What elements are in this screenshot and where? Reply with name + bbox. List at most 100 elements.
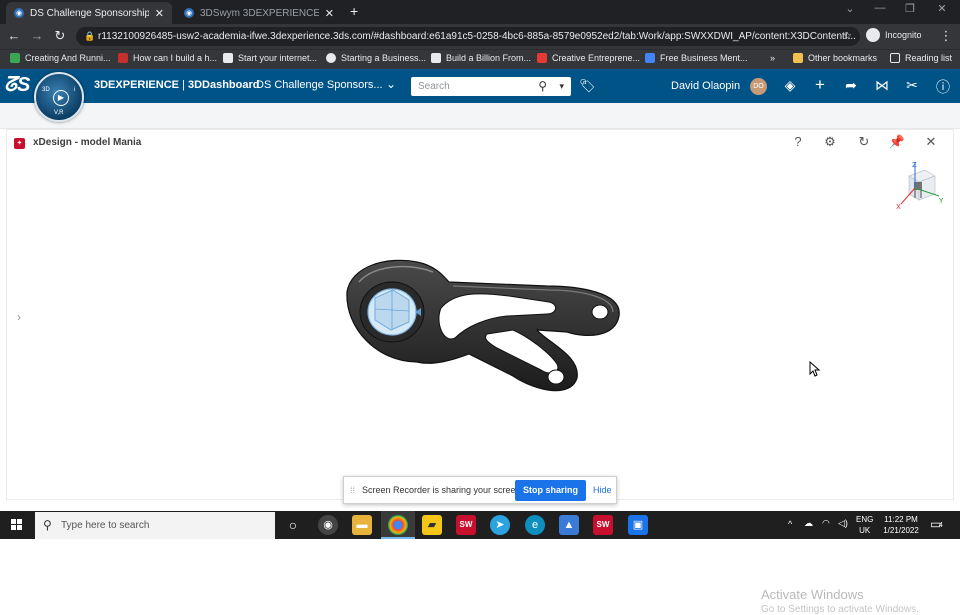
browser-toolbar: ← → ↻ 🔒 r1132100926485-usw2-academia-ifw… bbox=[0, 24, 960, 49]
bookmark-star-icon[interactable]: ☆ bbox=[843, 27, 852, 46]
edge-icon[interactable]: e bbox=[525, 515, 545, 535]
bookmark-favicon-icon bbox=[118, 53, 128, 63]
3dexperience-favicon-icon: ◉ bbox=[14, 8, 24, 18]
dashboard-name[interactable]: DS Challenge Sponsors... bbox=[256, 79, 383, 91]
other-bookmarks-folder[interactable]: Other bookmarks bbox=[793, 53, 877, 63]
url-text: r1132100926485-usw2-academia-ifwe.3dexpe… bbox=[98, 31, 856, 42]
add-plus-icon[interactable]: + bbox=[811, 75, 829, 95]
lock-icon[interactable]: 🔒 bbox=[84, 27, 95, 46]
bookmark-item[interactable]: How can I build a h... bbox=[118, 53, 217, 63]
incognito-indicator[interactable]: Incognito bbox=[866, 28, 922, 42]
search-icon[interactable]: ⚲ bbox=[538, 77, 547, 96]
screen-recorder-icon[interactable]: ▣ bbox=[628, 515, 648, 535]
back-arrow-icon[interactable]: ← bbox=[6, 28, 22, 44]
browser-tab-ds-challenge[interactable]: ◉ DS Challenge Sponsorship - USW ✕ bbox=[6, 2, 172, 24]
user-name[interactable]: David Olaopin bbox=[671, 80, 740, 92]
folder-icon bbox=[793, 53, 803, 63]
clock-time: 11:22 PM bbox=[884, 515, 918, 524]
bookmark-favicon-icon bbox=[223, 53, 233, 63]
tag-icon[interactable]: 🏷 bbox=[579, 78, 596, 94]
solidworks-icon[interactable]: SW bbox=[456, 515, 476, 535]
compass-info-label: i bbox=[74, 87, 76, 93]
compass-play-icon[interactable]: ▶ bbox=[53, 90, 69, 106]
minimize-button[interactable]: — bbox=[868, 2, 892, 14]
close-tab-icon[interactable]: ✕ bbox=[155, 7, 164, 20]
browser-tab-3dswym[interactable]: ◉ 3DSwym 3DEXPERIENCE Edu | St ✕ bbox=[176, 2, 342, 24]
close-window-button[interactable]: ✕ bbox=[930, 2, 954, 15]
y-axis-label: Y bbox=[938, 197, 944, 205]
notification-center-icon[interactable]: ▭ 4 bbox=[930, 517, 946, 533]
media-app-icon[interactable]: ◉ bbox=[318, 515, 338, 535]
bookmark-tag-icon[interactable]: ◈ bbox=[781, 77, 799, 94]
bookmark-item[interactable]: Start your internet... bbox=[223, 53, 317, 63]
sticky-notes-icon[interactable]: ▰ bbox=[422, 515, 442, 535]
activate-windows-watermark: Activate Windows bbox=[761, 587, 864, 602]
app-title: 3DEXPERIENCE | 3DDashboard bbox=[94, 79, 260, 91]
more-bookmarks-button[interactable]: » bbox=[770, 53, 775, 63]
taskbar-search-input[interactable]: ⚲ Type here to search bbox=[35, 512, 275, 539]
z-axis-label: Z bbox=[912, 161, 917, 169]
search-input[interactable]: Search ⚲ ▾ bbox=[411, 77, 571, 96]
reading-list-button[interactable]: Reading list bbox=[890, 53, 952, 63]
browser-menu-icon[interactable]: ⋮ bbox=[938, 28, 954, 44]
mouse-cursor-icon bbox=[809, 361, 821, 377]
restore-button[interactable]: ❐ bbox=[898, 2, 922, 15]
task-view-icon[interactable]: ○ bbox=[283, 515, 303, 535]
3d-model-bracket[interactable] bbox=[337, 252, 633, 400]
incognito-icon bbox=[866, 28, 880, 42]
clock-date: 1/21/2022 bbox=[883, 526, 919, 535]
photos-icon[interactable]: ▲ bbox=[559, 515, 579, 535]
tab-title: DS Challenge Sponsorship - USW bbox=[30, 7, 149, 19]
forward-arrow-icon[interactable]: → bbox=[29, 28, 45, 44]
activate-windows-subtext: Go to Settings to activate Windows. bbox=[761, 604, 919, 615]
windows-start-icon[interactable] bbox=[0, 511, 34, 539]
settings-gear-icon[interactable]: ⚙ bbox=[821, 134, 839, 150]
close-icon[interactable]: ✕ bbox=[922, 134, 940, 150]
compass-widget[interactable]: 3D i ▶ V,R bbox=[34, 72, 84, 122]
file-explorer-icon[interactable]: ▬ bbox=[352, 515, 372, 535]
onedrive-icon[interactable]: ☁ bbox=[804, 518, 813, 529]
help-button[interactable]: ? bbox=[789, 134, 807, 149]
bookmark-item[interactable]: Creating And Runni... bbox=[10, 53, 111, 63]
bookmark-item[interactable]: Free Business Ment... bbox=[645, 53, 748, 63]
stop-sharing-button[interactable]: Stop sharing bbox=[515, 480, 586, 501]
telegram-icon[interactable]: ➤ bbox=[490, 515, 510, 535]
notification-count: 4 bbox=[939, 522, 943, 529]
search-options-chevron-icon[interactable]: ▾ bbox=[559, 77, 564, 96]
share-icon[interactable]: ➦ bbox=[842, 77, 860, 94]
bookmark-item[interactable]: Starting a Business... bbox=[326, 53, 426, 63]
bookmarks-bar: Creating And Runni... How can I build a … bbox=[0, 49, 960, 69]
close-tab-icon[interactable]: ✕ bbox=[325, 7, 334, 20]
bookmark-item[interactable]: Creative Entreprene... bbox=[537, 53, 640, 63]
tray-chevron-up-icon[interactable]: ^ bbox=[788, 519, 792, 529]
browser-tab-strip: ◉ DS Challenge Sponsorship - USW ✕ ◉ 3DS… bbox=[0, 0, 960, 24]
dashboard-chevron-down-icon[interactable]: ⌄ bbox=[386, 77, 396, 91]
view-cube[interactable]: Z X Y bbox=[895, 160, 945, 210]
hide-button[interactable]: Hide bbox=[593, 485, 612, 495]
screen-sharing-bar: ⁞⁞ Screen Recorder is sharing your scree… bbox=[343, 476, 617, 504]
address-bar[interactable]: 🔒 r1132100926485-usw2-academia-ifwe.3dex… bbox=[76, 27, 860, 46]
solidworks-2018-icon[interactable]: SW bbox=[593, 515, 613, 535]
chrome-icon[interactable] bbox=[388, 515, 408, 535]
avatar[interactable]: DO bbox=[750, 78, 767, 95]
clock[interactable]: 11:22 PM 1/21/2022 bbox=[880, 514, 922, 536]
tools-icon[interactable]: ✂ bbox=[903, 77, 921, 94]
compass-vr-label: V,R bbox=[54, 110, 64, 116]
communities-icon[interactable]: ⋈ bbox=[873, 77, 891, 94]
volume-icon[interactable]: ◁) bbox=[838, 518, 848, 529]
sharing-message: Screen Recorder is sharing your screen. bbox=[362, 485, 524, 495]
help-circle-icon[interactable]: ⓘ bbox=[934, 77, 952, 97]
drag-handle-icon[interactable]: ⁞⁞ bbox=[350, 485, 355, 495]
tab-search-chevron-icon[interactable]: ⌄ bbox=[838, 2, 862, 15]
wifi-icon[interactable]: ◠ bbox=[822, 518, 830, 529]
incognito-label: Incognito bbox=[885, 30, 922, 40]
3ds-logo-icon: ᘔS bbox=[4, 74, 31, 96]
reload-icon[interactable]: ↻ bbox=[52, 28, 68, 44]
language-indicator[interactable]: ENG UK bbox=[856, 514, 873, 536]
pin-icon[interactable]: 📌 bbox=[888, 134, 906, 150]
compass-3d-label: 3D bbox=[42, 87, 50, 93]
refresh-icon[interactable]: ↻ bbox=[855, 134, 873, 150]
new-tab-button[interactable]: + bbox=[350, 3, 358, 19]
expand-panel-chevron-icon[interactable]: › bbox=[17, 310, 21, 324]
bookmark-item[interactable]: Build a Billion From... bbox=[431, 53, 531, 63]
